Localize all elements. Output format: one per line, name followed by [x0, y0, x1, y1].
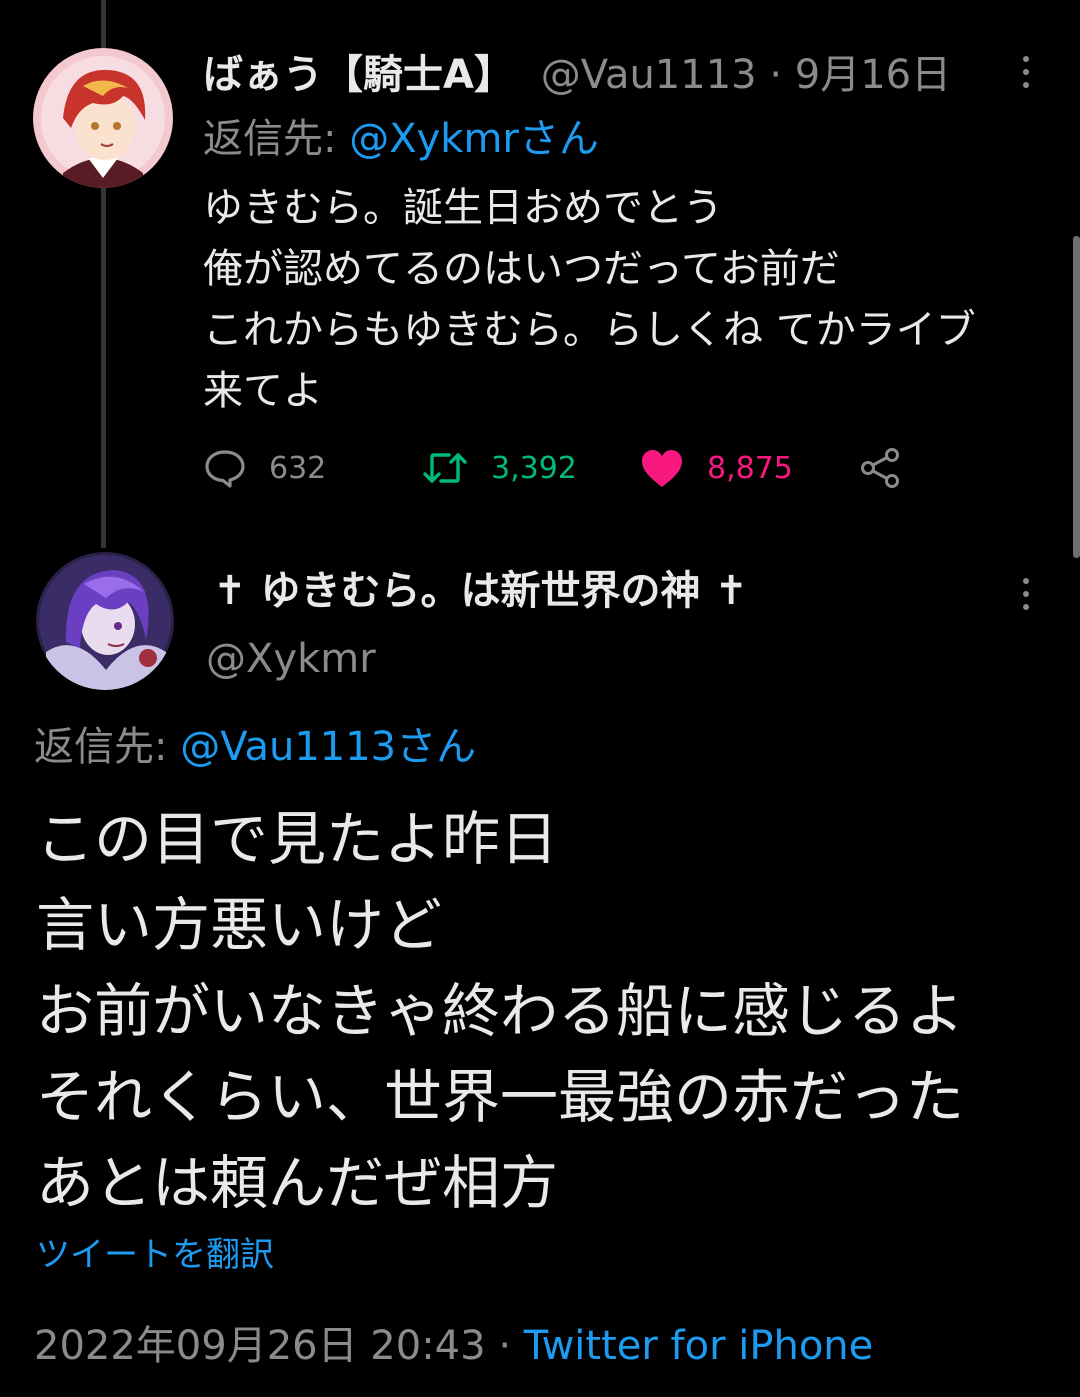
share-button[interactable] [859, 440, 903, 496]
reply-button[interactable]: 632 [203, 440, 326, 496]
tweet1-reply-prefix: 返信先: [203, 116, 337, 162]
retweet-count: 3,392 [491, 450, 577, 486]
avatar-xykmr[interactable] [36, 552, 174, 690]
translate-tweet-link[interactable]: ツイートを翻訳 [36, 1232, 274, 1278]
tweet2-handle-row: @Xykmr [206, 634, 376, 684]
tweet2-display-name-row: ✝ ゆきむら。は新世界の神 ✝ [213, 566, 748, 616]
retweet-icon [421, 448, 469, 488]
tweet1-separator: · [769, 52, 783, 98]
heart-icon [639, 447, 685, 489]
tweet2-line: この目で見たよ昨日 [36, 805, 559, 873]
tweet1-action-bar: 632 3,392 8,875 [203, 440, 923, 496]
tweet2-line: 言い方悪いけど [36, 891, 443, 959]
tweet2-meta-separator: · [498, 1323, 512, 1369]
tweet2-more-icon[interactable] [1021, 578, 1031, 610]
retweet-button[interactable]: 3,392 [421, 440, 577, 496]
tweet2-reply-context: 返信先: @Vau1113さん [34, 722, 476, 772]
tweet1-line: ゆきむら。誕生日おめでとう [203, 185, 723, 231]
tweet1-reply-to-link[interactable]: @Xykmrさん [349, 116, 599, 162]
scrollbar[interactable] [1073, 236, 1080, 558]
reply-count: 632 [269, 450, 327, 486]
tweet1-line: これからもゆきむら。らしくね てかライブ [203, 307, 976, 353]
tweet1-line: 来てよ [203, 368, 323, 414]
tweet2-reply-prefix: 返信先: [34, 724, 168, 770]
tweet2-source-link[interactable]: Twitter for iPhone [524, 1323, 874, 1369]
tweet1-handle[interactable]: @Vau1113 [541, 52, 757, 98]
share-icon [859, 446, 903, 490]
tweet1-more-icon[interactable] [1021, 56, 1031, 88]
tweet2-timestamp[interactable]: 2022年09月26日 20:43 [34, 1323, 486, 1369]
avatar-vau1113[interactable] [33, 48, 173, 188]
tweet2-text: この目で見たよ昨日 言い方悪いけど お前がいなきゃ終わる船に感じるよ それくらい… [36, 796, 1056, 1226]
tweet2-line: それくらい、世界一最強の赤だった [36, 1063, 965, 1131]
tweet1-line: 俺が認めてるのはいつだってお前だ [203, 246, 840, 292]
tweet2-display-name[interactable]: ✝ ゆきむら。は新世界の神 ✝ [213, 568, 748, 614]
tweet1-header: ばぁう【騎士A】 @Vau1113 · 9月16日 [203, 50, 951, 100]
tweet1-text: ゆきむら。誕生日おめでとう 俺が認めてるのはいつだってお前だ これからもゆきむら… [203, 178, 1063, 422]
tweet1-date[interactable]: 9月16日 [795, 52, 951, 98]
tweet1-display-name[interactable]: ばぁう【騎士A】 [203, 52, 514, 98]
tweet2-meta: 2022年09月26日 20:43 · Twitter for iPhone [34, 1320, 873, 1372]
tweet1-reply-context: 返信先: @Xykmrさん [203, 114, 599, 164]
tweet2-line: お前がいなきゃ終わる船に感じるよ [36, 977, 965, 1045]
reply-icon [203, 448, 247, 488]
like-count: 8,875 [707, 450, 793, 486]
tweet2-line: あとは頼んだぜ相方 [36, 1149, 559, 1217]
tweet2-handle[interactable]: @Xykmr [206, 636, 376, 682]
tweet2-reply-to-link[interactable]: @Vau1113さん [180, 724, 476, 770]
like-button[interactable]: 8,875 [639, 440, 793, 496]
